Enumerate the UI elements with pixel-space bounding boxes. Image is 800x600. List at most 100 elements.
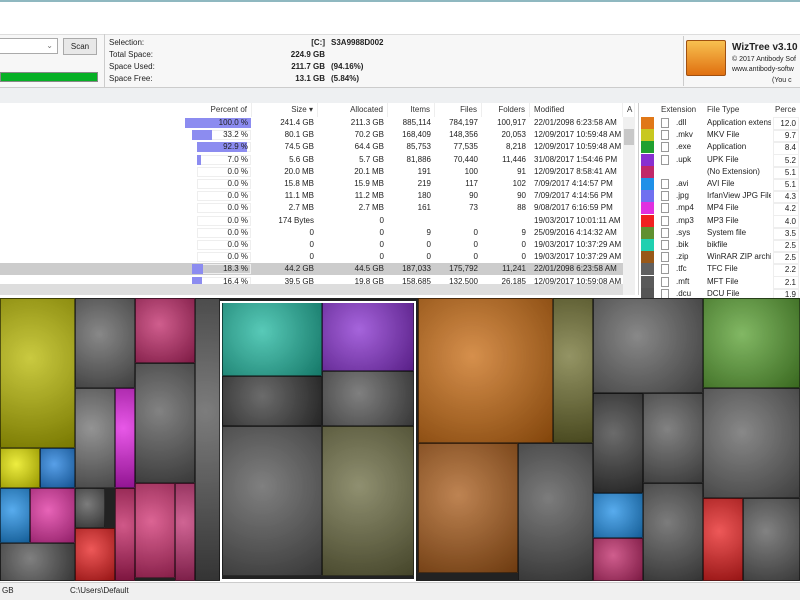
treemap-block[interactable]: [75, 298, 135, 388]
table-row[interactable]: 33.2 % 80.1 GB 70.2 GB 168,409 148,356 20,053…: [0, 129, 623, 141]
column-header[interactable]: Folders: [482, 103, 530, 117]
alloc-cell: 211.3 GB: [350, 118, 384, 127]
treemap-block[interactable]: [0, 298, 75, 448]
treemap-block[interactable]: [30, 488, 75, 543]
modified-cell: 19/03/2017 10:01:11 AM: [534, 215, 621, 225]
scrollbar-thumb[interactable]: [624, 129, 634, 145]
treemap-block[interactable]: [115, 388, 135, 488]
table-row[interactable]: 100.0 % 241.4 GB 211.3 GB 885,114 784,197 100…: [0, 117, 623, 129]
header-percent[interactable]: Perce: [775, 103, 796, 117]
table-row[interactable]: 0.0 % 20.0 MB 20.1 MB 191 100 91 12/09/2017 8:…: [0, 166, 623, 178]
treemap-block[interactable]: [553, 298, 593, 443]
selection-name: S3A9988D002: [331, 38, 384, 47]
percent-cell: 92.9 %: [223, 142, 248, 152]
extension-row[interactable]: .sys System file 3.5: [639, 226, 800, 241]
extension-row[interactable]: .upk UPK File 5.2: [639, 153, 800, 168]
treemap-block[interactable]: [135, 363, 195, 483]
file-type-cell: bikfile: [707, 240, 728, 249]
table-row[interactable]: 0.0 % 0 0 0 0 0 19/03/2017 10:37:29 AM: [0, 239, 623, 251]
treemap-block[interactable]: [135, 483, 175, 578]
column-header[interactable]: Modified: [530, 103, 623, 117]
file-type-cell: MP3 File: [707, 215, 739, 225]
extension-row[interactable]: .mp4 MP4 File 4.2: [639, 202, 800, 217]
table-row[interactable]: 7.0 % 5.6 GB 5.7 GB 81,886 70,440 11,446 31/08…: [0, 154, 623, 166]
column-header[interactable]: Size ▾: [252, 103, 318, 117]
treemap-block[interactable]: [75, 488, 105, 528]
percent-cell: 0.0 %: [227, 240, 248, 249]
column-header[interactable]: Allocated: [318, 103, 388, 117]
column-header[interactable]: A: [623, 103, 635, 117]
treemap-block[interactable]: [75, 528, 115, 581]
header-file-type[interactable]: File Type: [707, 103, 739, 117]
size-cell: 74.5 GB: [284, 142, 314, 152]
treemap-block[interactable]: [643, 483, 703, 581]
treemap-block[interactable]: [75, 388, 115, 488]
table-row[interactable]: 0.0 % 2.7 MB 2.7 MB 161 73 88 9/08/2017 6:16:5…: [0, 202, 623, 214]
chevron-down-icon: ⌄: [46, 41, 53, 50]
treemap-block[interactable]: [418, 298, 553, 443]
horizontal-scrollbar[interactable]: [0, 284, 623, 295]
color-swatch: [641, 129, 654, 142]
website-link[interactable]: www.antibody-softw: [732, 66, 794, 73]
file-type-cell: UPK File: [707, 154, 739, 164]
extension-cell: .upk: [676, 154, 692, 164]
drive-select[interactable]: ⌄: [0, 38, 58, 54]
treemap-block[interactable]: [593, 298, 703, 393]
treemap-block[interactable]: [418, 443, 518, 573]
treemap-block[interactable]: [0, 488, 30, 543]
table-row[interactable]: 18.3 % 44.2 GB 44.5 GB 187,033 175,792 11,241…: [0, 263, 623, 276]
treemap-block[interactable]: [643, 393, 703, 483]
extension-cell: .avi: [676, 179, 689, 188]
extension-row[interactable]: .mp3 MP3 File 4.0: [639, 214, 800, 229]
column-header[interactable]: Percent of Parent: [185, 103, 252, 128]
column-header[interactable]: Items: [388, 103, 435, 117]
file-icon: [661, 154, 669, 165]
color-swatch: [641, 153, 654, 166]
treemap-block[interactable]: [593, 538, 643, 581]
treemap-block[interactable]: [175, 483, 195, 581]
treemap-block[interactable]: [593, 493, 643, 538]
table-row[interactable]: 92.9 % 74.5 GB 64.4 GB 85,753 77,535 8,218 12/…: [0, 141, 623, 153]
extension-row[interactable]: .tfc TFC File 2.2: [639, 263, 800, 278]
treemap-block[interactable]: [743, 498, 800, 581]
table-row[interactable]: 0.0 % 0 0 9 0 9 25/09/2016 4:14:32 AM: [0, 227, 623, 239]
extension-row[interactable]: .jpg IrfanView JPG File 4.3: [639, 190, 800, 205]
treemap-block[interactable]: [703, 388, 800, 498]
treemap-block[interactable]: [703, 498, 743, 581]
treemap-block[interactable]: [593, 393, 643, 493]
app-title: WizTree v3.10 (: [732, 42, 800, 53]
extension-row[interactable]: .exe Application 8.4: [639, 141, 800, 156]
alloc-cell: 15.9 MB: [354, 179, 384, 188]
treemap-block[interactable]: [195, 298, 220, 581]
table-row[interactable]: 0.0 % 174 Bytes 0 19/03/2017 10:01:11 AM: [0, 215, 623, 227]
treemap-block[interactable]: [115, 488, 135, 581]
scan-button[interactable]: Scan: [63, 38, 97, 55]
treemap-block[interactable]: [40, 448, 75, 488]
table-row[interactable]: 0.0 % 11.1 MB 11.2 MB 180 90 90 7/09/2017 4:14…: [0, 190, 623, 202]
extension-row[interactable]: .bik bikfile 2.5: [639, 239, 800, 253]
file-icon: [661, 179, 669, 189]
treemap-block[interactable]: [518, 443, 593, 581]
treemap-block[interactable]: [135, 298, 195, 363]
size-cell: 11.1 MB: [284, 191, 314, 201]
treemap-block[interactable]: [703, 298, 800, 388]
extension-cell: .zip: [676, 252, 689, 262]
extension-cell: .exe: [676, 142, 692, 152]
extension-row[interactable]: .mft MFT File 2.1: [639, 275, 800, 290]
window-top-border: [0, 0, 800, 2]
treemap-block[interactable]: [0, 448, 40, 488]
treemap[interactable]: [0, 298, 800, 581]
extension-row[interactable]: .dll Application extens 12.0: [639, 117, 800, 131]
extension-row[interactable]: .mkv MKV File 9.7: [639, 129, 800, 144]
extension-row[interactable]: (No Extension) 5.1: [639, 165, 800, 180]
file-icon: [661, 264, 669, 275]
treemap-block[interactable]: [0, 543, 75, 581]
items-cell: 9: [426, 227, 431, 237]
extension-row[interactable]: .zip WinRAR ZIP archiv 2.5: [639, 251, 800, 266]
header-extension[interactable]: Extension: [661, 103, 696, 117]
column-header[interactable]: Files: [435, 103, 482, 117]
table-row[interactable]: 0.0 % 0 0 0 0 0 19/03/2017 10:37:29 AM: [0, 251, 623, 263]
color-swatch: [641, 275, 654, 288]
table-row[interactable]: 0.0 % 15.8 MB 15.9 MB 219 117 102 7/09/2017 4:…: [0, 178, 623, 190]
extension-row[interactable]: .avi AVI File 5.1: [639, 178, 800, 192]
